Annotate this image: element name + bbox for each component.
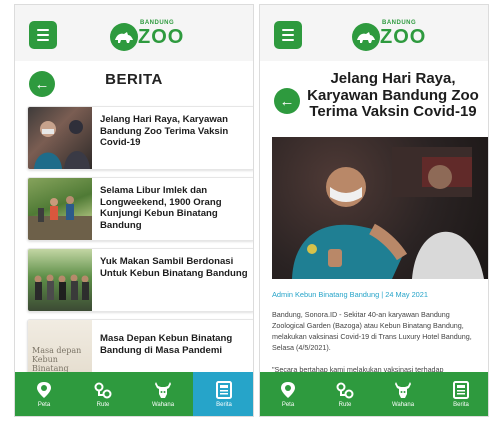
nav-label: Wahana bbox=[391, 401, 415, 408]
news-thumbnail bbox=[28, 249, 92, 311]
bandung-zoo-logo: BANDUNG ZOO bbox=[352, 19, 432, 53]
zoo-badge-icon bbox=[352, 23, 380, 51]
nav-item-wahana[interactable]: Wahana bbox=[374, 372, 432, 416]
logo-main-text: ZOO bbox=[138, 26, 185, 48]
news-title: Selama Libur Imlek dan Longweekend, 1900… bbox=[100, 185, 222, 231]
news-thumbnail bbox=[28, 107, 92, 169]
nav-label: Rute bbox=[338, 401, 352, 408]
page-title: BERITA bbox=[105, 71, 163, 88]
news-card[interactable]: Jelang Hari Raya, Karyawan Bandung Zoo T… bbox=[27, 106, 253, 170]
news-icon bbox=[453, 380, 469, 399]
logo-main-text: ZOO bbox=[380, 26, 427, 48]
nav-label: Rute bbox=[96, 401, 110, 408]
news-title: Masa Depan Kebun Binatang Bandung di Mas… bbox=[100, 333, 233, 356]
hamburger-icon bbox=[37, 29, 49, 31]
menu-button[interactable] bbox=[274, 21, 302, 49]
news-list-screen: BANDUNG ZOO ← BERITA Jelang Hari Raya, K… bbox=[14, 4, 254, 417]
app-header: BANDUNG ZOO bbox=[260, 5, 488, 61]
nav-item-rute[interactable]: Rute bbox=[316, 372, 374, 416]
route-icon bbox=[94, 382, 112, 398]
map-pin-icon bbox=[37, 381, 51, 398]
news-card[interactable]: Yuk Makan Sambil Berdonasi Untuk Kebun B… bbox=[27, 248, 253, 312]
nav-item-berita[interactable]: Berita bbox=[193, 372, 253, 416]
article-title: Jelang Hari Raya, Karyawan Bandung Zoo T… bbox=[307, 70, 479, 120]
nav-item-peta[interactable]: Peta bbox=[15, 372, 73, 416]
nav-label: Berita bbox=[216, 401, 232, 408]
article-hero-image bbox=[272, 137, 488, 279]
nav-item-peta[interactable]: Peta bbox=[260, 372, 316, 416]
app-header: BANDUNG ZOO bbox=[15, 5, 253, 61]
zoo-badge-icon bbox=[110, 23, 138, 51]
nav-label: Peta bbox=[37, 401, 51, 408]
news-detail-screen: BANDUNG ZOO ← Jelang Hari Raya, Karyawan… bbox=[259, 4, 489, 417]
nav-item-wahana[interactable]: Wahana bbox=[133, 372, 193, 416]
news-title: Jelang Hari Raya, Karyawan Bandung Zoo T… bbox=[100, 114, 229, 149]
nav-label: Peta bbox=[281, 401, 295, 408]
nav-item-rute[interactable]: Rute bbox=[73, 372, 133, 416]
arrow-left-icon: ← bbox=[279, 92, 295, 110]
route-icon bbox=[336, 382, 354, 398]
news-thumbnail bbox=[28, 178, 92, 240]
news-icon bbox=[216, 380, 232, 399]
news-title: Yuk Makan Sambil Berdonasi Untuk Kebun B… bbox=[100, 256, 248, 279]
news-card[interactable]: Selama Libur Imlek dan Longweekend, 1900… bbox=[27, 177, 253, 241]
deer-icon bbox=[155, 381, 171, 398]
article-paragraph: Bandung, Sonora.ID - Sekitar 40-an karya… bbox=[272, 310, 472, 352]
back-button[interactable]: ← bbox=[274, 88, 300, 114]
map-pin-icon bbox=[281, 381, 295, 398]
menu-button[interactable] bbox=[29, 21, 57, 49]
article-byline: Admin Kebun Binatang Bandung | 24 May 20… bbox=[272, 290, 429, 299]
nav-label: Wahana bbox=[151, 401, 175, 408]
bottom-nav: Peta Rute Wahana Berita bbox=[15, 372, 253, 416]
deer-icon bbox=[395, 381, 411, 398]
bandung-zoo-logo: BANDUNG ZOO bbox=[110, 19, 190, 53]
nav-item-berita[interactable]: Berita bbox=[432, 372, 488, 416]
bottom-nav: Peta Rute Wahana Berita bbox=[260, 372, 488, 416]
hamburger-icon bbox=[282, 29, 294, 31]
nav-label: Berita bbox=[453, 401, 469, 408]
